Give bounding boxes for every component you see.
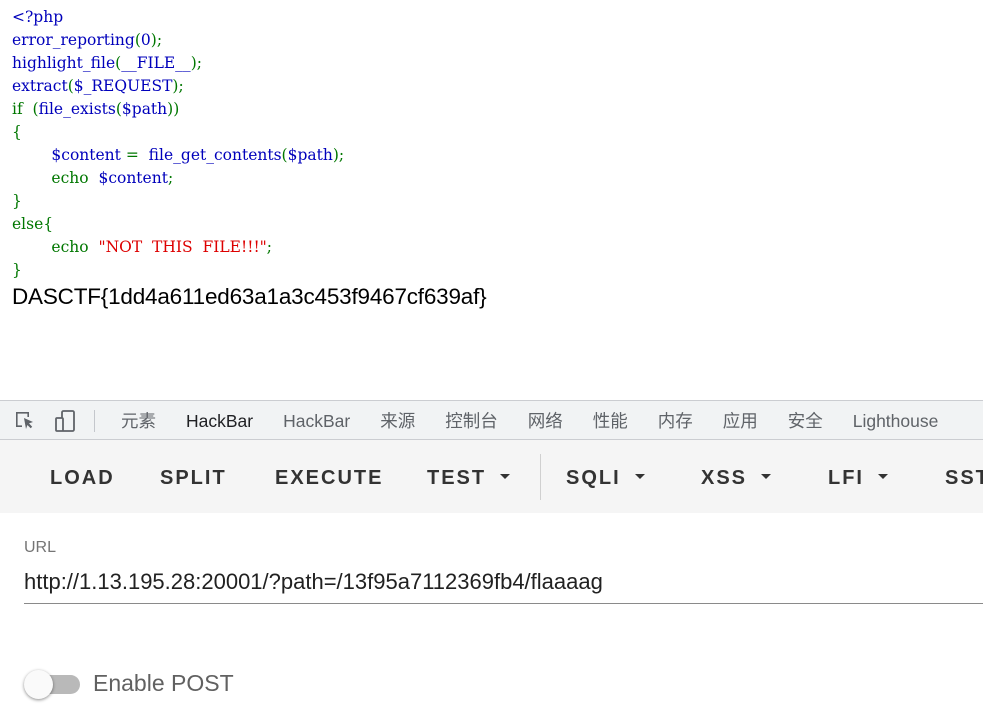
code-token: file_exists	[38, 100, 116, 118]
code-token: }	[12, 261, 22, 279]
ssti-dropdown[interactable]: SSTI	[945, 440, 983, 513]
code-token: extract	[12, 77, 68, 95]
code-line: $content = file_get_contents($path);	[12, 144, 344, 167]
code-line: echo $content;	[12, 167, 344, 190]
caret-down-icon	[500, 474, 511, 480]
code-line: }	[12, 259, 344, 282]
lfi-dropdown-label: LFI	[828, 467, 864, 489]
code-line: else{	[12, 213, 344, 236]
enable-post-label: Enable POST	[93, 670, 234, 696]
devtools-tab[interactable]: 应用	[708, 401, 773, 439]
devtools-panel: 元素 HackBar HackBar 来源 控制台 网络 性能 内存 应用 安全 Lighthous…	[0, 400, 983, 712]
url-input[interactable]	[24, 560, 983, 604]
sqli-dropdown-label: SQLI	[566, 467, 621, 489]
devtools-tabs: 元素 HackBar HackBar 来源 控制台 网络 性能 内存 应用 安全 Lighthous…	[106, 401, 954, 439]
code-token: }	[12, 192, 22, 210]
devtools-tab[interactable]: 网络	[513, 401, 578, 439]
code-token: );	[172, 77, 184, 95]
code-line: if (file_exists($path))	[12, 98, 344, 121]
enable-post-toggle[interactable]	[24, 668, 84, 700]
code-token: highlight_file	[12, 54, 116, 72]
devtools-tab-bar: 元素 HackBar HackBar 来源 控制台 网络 性能 内存 应用 安全 Lighthous…	[0, 400, 983, 440]
code-line: highlight_file(__FILE__);	[12, 52, 344, 75]
inspect-element-icon[interactable]	[13, 409, 37, 433]
page-content: <?php error_reporting(0); highlight_file(_…	[0, 0, 983, 400]
devtools-tab[interactable]: 安全	[773, 401, 838, 439]
test-dropdown-label: TEST	[427, 467, 487, 489]
code-token: 0	[140, 31, 151, 49]
code-token: __FILE__	[121, 54, 191, 72]
code-token: file_get_contents	[148, 146, 282, 164]
toolbar-divider	[540, 454, 541, 500]
flag-output: DASCTF{1dd4a611ed63a1a3c453f9467cf639af}	[12, 284, 487, 309]
sqli-dropdown[interactable]: SQLI	[566, 440, 645, 513]
devtools-tab[interactable]: Lighthouse	[838, 401, 954, 439]
php-source-code: <?php error_reporting(0); highlight_file(_…	[12, 6, 344, 282]
split-button[interactable]: SPLIT	[160, 440, 227, 513]
devtools-tab[interactable]: 元素	[106, 401, 171, 439]
load-button[interactable]: LOAD	[50, 440, 115, 513]
execute-button[interactable]: EXECUTE	[275, 440, 383, 513]
code-token: $_REQUEST	[73, 77, 173, 95]
code-line: error_reporting(0);	[12, 29, 344, 52]
code-line: extract($_REQUEST);	[12, 75, 344, 98]
code-token: $content	[98, 169, 168, 187]
code-token: ;	[266, 238, 273, 256]
devtools-tab[interactable]: HackBar	[268, 401, 365, 439]
caret-down-icon	[761, 474, 772, 480]
code-line: {	[12, 121, 344, 144]
caret-down-icon	[878, 474, 888, 480]
code-token: $path	[121, 100, 168, 118]
lfi-dropdown[interactable]: LFI	[828, 440, 888, 513]
devtools-tab[interactable]: 控制台	[430, 401, 513, 439]
xss-dropdown[interactable]: XSS	[701, 440, 772, 513]
caret-down-icon	[634, 474, 645, 480]
devtools-tab[interactable]: HackBar	[171, 401, 268, 439]
code-line: echo "NOT THIS FILE!!!";	[12, 236, 344, 259]
devtools-tab[interactable]: 性能	[578, 401, 643, 439]
test-dropdown[interactable]: TEST	[427, 440, 511, 513]
code-token: "NOT THIS FILE!!!"	[98, 238, 267, 256]
code-token: );	[150, 31, 163, 49]
code-token: error_reporting	[12, 31, 135, 49]
tab-bar-separator	[94, 410, 95, 432]
code-token: );	[190, 54, 202, 72]
url-label: URL	[24, 539, 57, 556]
hackbar-toolbar: LOAD SPLIT EXECUTE TEST SQLI XSS LFI SST…	[0, 440, 983, 513]
code-token: );	[332, 146, 345, 164]
toggle-thumb	[24, 670, 53, 699]
code-token: {	[12, 123, 22, 141]
code-token: echo	[12, 169, 99, 187]
code-line: }	[12, 190, 344, 213]
code-token: <?php	[12, 8, 64, 26]
code-token: $path	[287, 146, 333, 164]
code-token: echo	[12, 238, 99, 256]
devtools-tab[interactable]: 来源	[365, 401, 430, 439]
code-token: if (	[12, 100, 39, 118]
code-token: $content	[51, 146, 126, 164]
code-token: else{	[12, 215, 54, 233]
xss-dropdown-label: XSS	[701, 467, 748, 489]
code-token: =	[125, 146, 149, 164]
code-token: ))	[167, 100, 180, 118]
code-line: <?php	[12, 6, 344, 29]
code-token: ;	[167, 169, 174, 187]
devtools-tab[interactable]: 内存	[643, 401, 708, 439]
device-toolbar-icon[interactable]	[53, 409, 77, 433]
